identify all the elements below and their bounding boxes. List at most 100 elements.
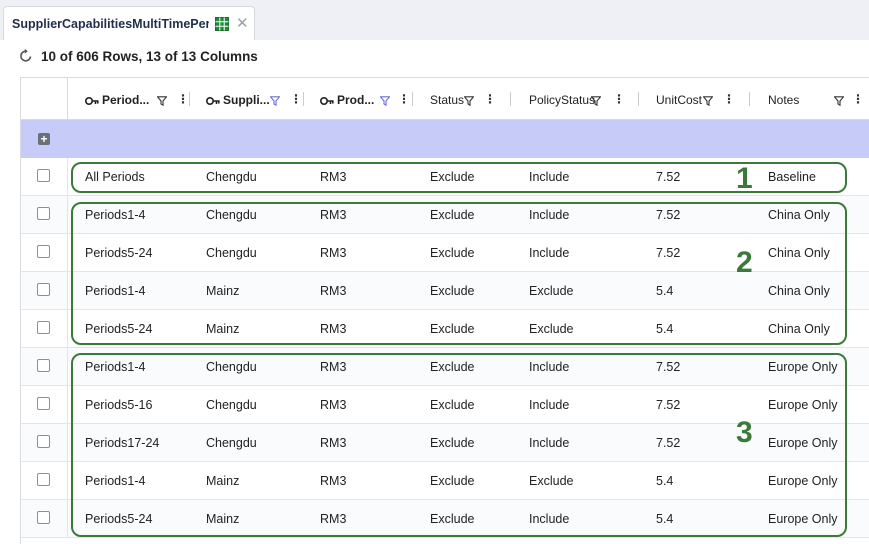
cell-product: RM3 (320, 436, 347, 450)
row-checkbox[interactable] (37, 397, 50, 410)
cell-status: Exclude (430, 170, 475, 184)
table-row[interactable]: Periods5-24 Mainz RM3 Exclude Include 5.… (21, 500, 869, 538)
column-header-notes[interactable]: Notes ⋮ (768, 78, 868, 119)
column-header-status[interactable]: Status ⋮ (430, 78, 510, 119)
filter-active-icon[interactable] (269, 93, 281, 111)
cell-supplier: Chengdu (206, 208, 257, 222)
filter-active-icon[interactable] (379, 93, 391, 111)
row-checkbox[interactable] (37, 321, 50, 334)
column-label: Status (430, 93, 465, 107)
cell-policystatus: Include (529, 398, 570, 412)
key-icon (84, 93, 99, 111)
column-menu-icon[interactable]: ⋮ (613, 92, 625, 106)
filter-icon[interactable] (463, 93, 475, 111)
column-menu-icon[interactable]: ⋮ (398, 92, 410, 106)
cell-supplier: Mainz (206, 322, 240, 336)
filter-icon[interactable] (833, 93, 845, 111)
cell-notes: Baseline (768, 170, 816, 184)
filter-icon[interactable] (590, 93, 602, 111)
cell-period: Periods1-4 (85, 284, 146, 298)
cell-status: Exclude (430, 246, 475, 260)
column-separator[interactable] (749, 92, 750, 106)
cell-status: Exclude (430, 474, 475, 488)
add-row-icon[interactable]: + (38, 133, 50, 145)
table-row[interactable]: Periods1-4 Mainz RM3 Exclude Exclude 5.4… (21, 462, 869, 500)
column-menu-icon[interactable]: ⋮ (177, 92, 189, 106)
cell-period: Periods1-4 (85, 208, 146, 222)
refresh-icon[interactable] (18, 48, 34, 69)
table-row[interactable]: Periods1-4 Chengdu RM3 Exclude Include 7… (21, 348, 869, 386)
cell-supplier: Chengdu (206, 398, 257, 412)
column-header-periods[interactable]: Period... ⋮ (84, 78, 205, 119)
cell-supplier: Chengdu (206, 360, 257, 374)
column-header-suppliers[interactable]: Suppli... ⋮ (205, 78, 316, 119)
tab-title: SupplierCapabilitiesMultiTimePeriods (12, 17, 209, 31)
data-grid: Period... ⋮ Suppli... ⋮ Prod... ⋮ Status… (20, 77, 869, 544)
column-separator[interactable] (303, 92, 304, 106)
column-menu-icon[interactable]: ⋮ (852, 92, 864, 106)
row-checkbox[interactable] (37, 283, 50, 296)
key-icon (205, 93, 220, 111)
cell-notes: Europe Only (768, 360, 838, 374)
column-menu-icon[interactable]: ⋮ (484, 92, 496, 106)
column-label: Suppli... (223, 93, 270, 107)
cell-unitcost: 7.52 (656, 170, 681, 184)
cell-product: RM3 (320, 474, 347, 488)
cell-period: Periods5-24 (85, 246, 153, 260)
cell-notes: Europe Only (768, 436, 838, 450)
cell-period: Periods1-4 (85, 360, 146, 374)
column-label: UnitCost (656, 93, 703, 107)
filter-icon[interactable] (156, 93, 168, 111)
column-separator[interactable] (510, 92, 511, 106)
row-checkbox[interactable] (37, 207, 50, 220)
cell-status: Exclude (430, 436, 475, 450)
cell-notes: China Only (768, 322, 830, 336)
table-row[interactable]: Periods5-24 Mainz RM3 Exclude Exclude 5.… (21, 310, 869, 348)
row-checkbox[interactable] (37, 511, 50, 524)
cell-policystatus: Include (529, 208, 570, 222)
cell-unitcost: 5.4 (656, 284, 674, 298)
column-header-unitcost[interactable]: UnitCost ⋮ (656, 78, 756, 119)
row-checkbox[interactable] (37, 245, 50, 258)
cell-product: RM3 (320, 284, 347, 298)
cell-notes: China Only (768, 208, 830, 222)
column-header-products[interactable]: Prod... ⋮ (319, 78, 420, 119)
top-bar: SupplierCapabilitiesMultiTimePeriods ✕ (0, 0, 869, 40)
column-separator[interactable] (189, 92, 190, 106)
cell-product: RM3 (320, 322, 347, 336)
cell-unitcost: 7.52 (656, 436, 681, 450)
select-all-header (21, 78, 68, 119)
group-number: 1 (736, 162, 753, 195)
cell-period: Periods1-4 (85, 474, 146, 488)
close-icon[interactable]: ✕ (236, 14, 249, 32)
column-separator[interactable] (638, 92, 639, 106)
column-menu-icon[interactable]: ⋮ (290, 92, 302, 106)
row-checkbox[interactable] (37, 435, 50, 448)
cell-status: Exclude (430, 398, 475, 412)
row-checkbox[interactable] (37, 169, 50, 182)
column-header-policystatus[interactable]: PolicyStatus ⋮ (529, 78, 639, 119)
cell-policystatus: Include (529, 170, 570, 184)
cell-notes: China Only (768, 284, 830, 298)
cell-supplier: Chengdu (206, 246, 257, 260)
column-menu-icon[interactable]: ⋮ (723, 92, 735, 106)
cell-supplier: Chengdu (206, 436, 257, 450)
tab-supplier-capabilities[interactable]: SupplierCapabilitiesMultiTimePeriods ✕ (3, 6, 255, 40)
cell-period: Periods5-24 (85, 322, 153, 336)
column-label: Period... (102, 93, 150, 107)
row-checkbox[interactable] (37, 473, 50, 486)
cell-unitcost: 7.52 (656, 360, 681, 374)
cell-policystatus: Exclude (529, 474, 574, 488)
cell-unitcost: 5.4 (656, 474, 674, 488)
cell-supplier: Mainz (206, 512, 240, 526)
cell-status: Exclude (430, 208, 475, 222)
spreadsheet-icon (215, 17, 229, 36)
group-number: 2 (736, 246, 753, 279)
table-row[interactable]: Periods1-4 Chengdu RM3 Exclude Include 7… (21, 196, 869, 234)
filter-icon[interactable] (702, 93, 714, 111)
column-label: Prod... (337, 93, 375, 107)
cell-status: Exclude (430, 284, 475, 298)
cell-product: RM3 (320, 208, 347, 222)
column-separator[interactable] (412, 92, 413, 106)
row-checkbox[interactable] (37, 359, 50, 372)
